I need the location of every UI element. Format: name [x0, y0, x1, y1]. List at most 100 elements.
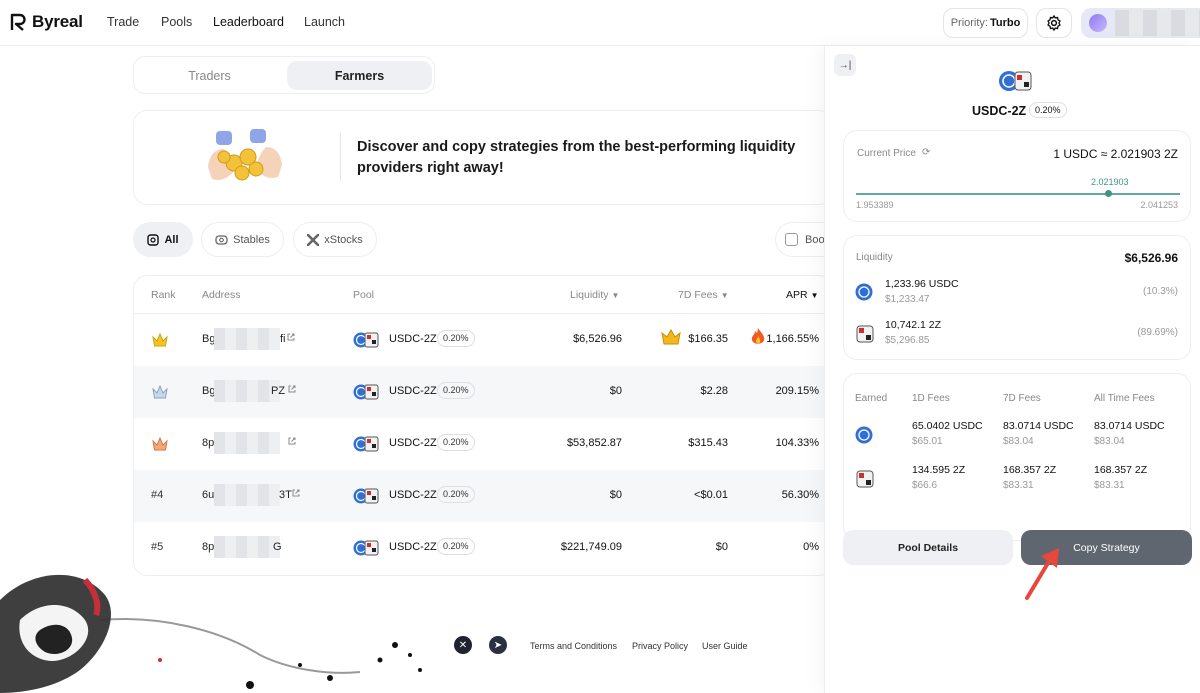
- current-price-value: 1 USDC ≈ 2.021903 2Z: [1053, 147, 1178, 161]
- fire-icon: [751, 328, 765, 344]
- apr-value: 0%: [803, 541, 819, 553]
- fee-badge: 0.20%: [437, 434, 475, 451]
- table-row[interactable]: Bg PZ USDC-2Z 0.20% $0 $2.28 209.15%: [134, 366, 832, 418]
- filter-all[interactable]: All: [133, 222, 193, 257]
- price-range-track: [856, 193, 1180, 195]
- pool-name[interactable]: USDC-2Z: [389, 437, 437, 449]
- usdc-2z-pair-icon: [353, 436, 379, 452]
- liquidity-total: $6,526.96: [1124, 251, 1178, 265]
- tab-traders[interactable]: Traders: [137, 61, 282, 90]
- address-end: G: [273, 541, 282, 553]
- earned-usdc-1d: 65.0402 USDC: [912, 420, 983, 432]
- filter-xstocks[interactable]: xStocks: [293, 222, 377, 257]
- earned-2z-all: 168.357 2Z: [1094, 464, 1148, 476]
- fees-all-header: All Time Fees: [1094, 393, 1155, 404]
- fee-badge: 0.20%: [437, 330, 475, 347]
- external-link-icon[interactable]: [286, 332, 296, 342]
- pool-details-button[interactable]: Pool Details: [843, 530, 1013, 565]
- range-min-value: 1.953389: [856, 200, 894, 210]
- 2z-icon: [856, 325, 874, 343]
- th-liquidity-sort[interactable]: Liquidity ▼: [570, 289, 619, 301]
- settings-button[interactable]: [1036, 8, 1072, 38]
- price-range-marker: [1105, 190, 1113, 197]
- filter-stables-label: Stables: [233, 233, 270, 246]
- external-link-icon[interactable]: [287, 384, 297, 394]
- nav-trade[interactable]: Trade: [107, 15, 139, 29]
- nav-launch[interactable]: Launch: [304, 15, 345, 29]
- earned-2z-1d: 134.595 2Z: [912, 464, 966, 476]
- apr-value: 209.15%: [775, 385, 819, 397]
- th-address: Address: [202, 289, 241, 301]
- footer-terms-link[interactable]: Terms and Conditions: [530, 641, 617, 651]
- bronze-crown-icon: [152, 436, 168, 451]
- liquidity-usdc-usd: $1,233.47: [885, 294, 930, 305]
- boost-checkbox[interactable]: [785, 233, 798, 246]
- farmers-table: Rank Address Pool Liquidity ▼ 7D Fees ▼ AP…: [133, 275, 833, 576]
- fee-badge: 0.20%: [437, 486, 475, 503]
- tab-farmers[interactable]: Farmers: [287, 61, 432, 90]
- liquidity-2z-amount: 10,742.1 2Z: [885, 319, 942, 331]
- th-apr-sort[interactable]: APR ▼: [786, 289, 819, 301]
- boost-label: Boo: [805, 233, 825, 246]
- apr-value: 1,166.55%: [766, 333, 819, 345]
- fees-7d-value: <$0.01: [694, 489, 728, 501]
- nav-leaderboard[interactable]: Leaderboard: [213, 15, 284, 29]
- external-link-icon[interactable]: [291, 488, 301, 498]
- refresh-icon[interactable]: ⟳: [922, 147, 930, 158]
- th-7d-fees-sort[interactable]: 7D Fees ▼: [678, 289, 729, 301]
- fees-1d-header: 1D Fees: [912, 393, 950, 404]
- pool-detail-panel: →| USDC-2Z 0.20% Current Price ⟳ 1 USDC …: [824, 46, 1200, 693]
- earned-usdc-1d-usd: $65.01: [912, 436, 943, 447]
- liquidity-usdc-amount: 1,233.96 USDC: [885, 278, 959, 290]
- earned-2z-7d: 168.357 2Z: [1003, 464, 1057, 476]
- address-start: 8p: [202, 437, 215, 449]
- external-link-icon[interactable]: [287, 436, 297, 446]
- gear-icon: [1047, 15, 1061, 31]
- pool-name[interactable]: USDC-2Z: [389, 541, 437, 553]
- gold-crown-icon: [152, 332, 168, 347]
- telegram-icon[interactable]: ➤: [489, 636, 507, 654]
- earned-usdc-7d-usd: $83.04: [1003, 436, 1034, 447]
- address-start: 6u: [202, 489, 215, 501]
- nav-pools[interactable]: Pools: [161, 15, 192, 29]
- th-apr: APR: [786, 289, 808, 301]
- fee-badge: 0.20%: [437, 382, 475, 399]
- address-end: fi: [280, 333, 286, 345]
- panel-pool-name: USDC-2Z: [972, 104, 1027, 118]
- liquidity-usdc-pct: (10.3%): [1142, 286, 1178, 297]
- address-redacted: [214, 484, 280, 506]
- rank-value: #5: [151, 541, 164, 553]
- address-end: 3T: [279, 489, 292, 501]
- liquidity-label: Liquidity: [856, 252, 893, 263]
- range-current-value: 2.021903: [1091, 177, 1129, 187]
- grid-icon: [147, 233, 160, 246]
- footer-privacy-link[interactable]: Privacy Policy: [632, 641, 688, 651]
- pool-name[interactable]: USDC-2Z: [389, 333, 437, 345]
- collapse-arrow-icon: →|: [838, 59, 852, 71]
- footer-guide-link[interactable]: User Guide: [702, 641, 748, 651]
- ink-splash-decoration: [0, 574, 422, 693]
- x-twitter-icon[interactable]: ✕: [454, 636, 472, 654]
- caret-down-icon: ▼: [810, 291, 819, 300]
- usdc-2z-pair-icon: [999, 71, 1032, 91]
- priority-button[interactable]: Priority: Turbo: [943, 8, 1028, 38]
- table-row[interactable]: #4 6u 3T USDC-2Z 0.20% $0 <$0.01 56.30%: [134, 470, 832, 522]
- apr-value: 104.33%: [775, 437, 819, 449]
- fees-7d-value: $166.35: [688, 333, 728, 345]
- table-row[interactable]: 8p USDC-2Z 0.20% $53,852.87 $315.43 104.…: [134, 418, 832, 470]
- pool-name[interactable]: USDC-2Z: [389, 489, 437, 501]
- pool-name[interactable]: USDC-2Z: [389, 385, 437, 397]
- filter-stables[interactable]: Stables: [201, 222, 284, 257]
- wallet-button[interactable]: [1081, 8, 1200, 38]
- collapse-panel-button[interactable]: →|: [834, 54, 856, 76]
- liquidity-value: $6,526.96: [573, 333, 622, 345]
- address-redacted: [214, 328, 280, 350]
- intro-banner: Discover and copy strategies from the be…: [133, 110, 833, 205]
- earned-usdc-all: 83.0714 USDC: [1094, 420, 1165, 432]
- hands-coins-illustration: [208, 129, 282, 181]
- earned-2z-all-usd: $83.31: [1094, 480, 1125, 491]
- fee-badge: 0.20%: [437, 538, 475, 555]
- address-end: PZ: [271, 385, 286, 397]
- table-row[interactable]: Bg fi USDC-2Z 0.20% $6,526.96 $166.35 1,…: [134, 314, 832, 366]
- brand-logo[interactable]: Byreal: [10, 12, 83, 32]
